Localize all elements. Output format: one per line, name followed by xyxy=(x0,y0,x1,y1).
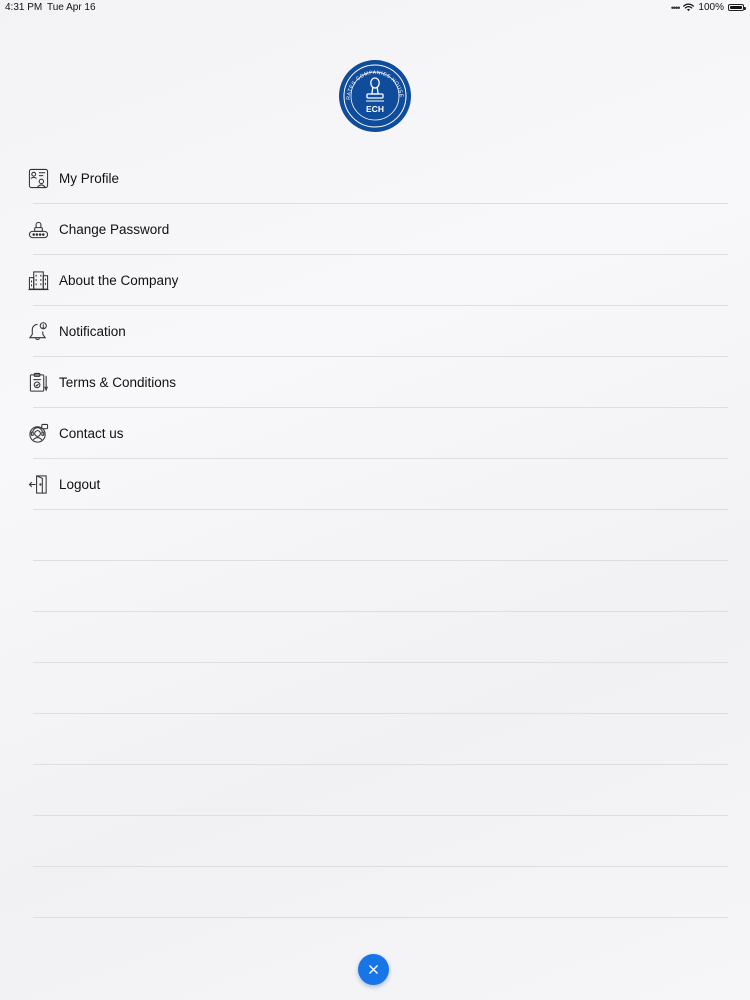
menu-item-logout[interactable]: Logout xyxy=(0,459,750,510)
battery-percent: 100% xyxy=(698,2,724,13)
empty-row xyxy=(0,714,750,765)
profile-icon xyxy=(28,168,49,189)
bell-icon xyxy=(28,322,47,341)
menu-item-change-password[interactable]: Change Password xyxy=(0,204,750,255)
logout-icon xyxy=(28,475,47,494)
side-menu: My Profile Change Password About the Com… xyxy=(0,153,750,918)
document-icon xyxy=(29,372,49,392)
status-date: Tue Apr 16 xyxy=(47,2,96,13)
logo-initials: ECH xyxy=(366,104,384,114)
password-icon xyxy=(28,221,49,239)
company-logo: EMIRATES COMPANIES HOUSE LLC ECH xyxy=(338,59,411,132)
status-time: 4:31 PM xyxy=(5,2,43,13)
status-bar: 4:31 PM Tue Apr 16 •••• 100% xyxy=(0,0,750,16)
support-icon xyxy=(29,423,49,443)
status-indicators: •••• 100% xyxy=(670,2,746,13)
empty-row xyxy=(0,510,750,561)
menu-label: Logout xyxy=(59,477,101,492)
menu-label: Contact us xyxy=(59,426,124,441)
empty-row xyxy=(0,663,750,714)
status-dots-icon: •••• xyxy=(670,2,681,13)
empty-row xyxy=(0,561,750,612)
battery-icon xyxy=(728,4,746,11)
menu-label: My Profile xyxy=(59,171,120,186)
menu-label: Terms & Conditions xyxy=(59,375,177,390)
empty-row xyxy=(0,612,750,663)
menu-item-contact-us[interactable]: Contact us xyxy=(0,408,750,459)
wifi-icon xyxy=(683,3,695,12)
menu-label: Change Password xyxy=(59,222,170,237)
menu-item-my-profile[interactable]: My Profile xyxy=(0,153,750,204)
close-icon xyxy=(369,965,378,974)
menu-item-terms-conditions[interactable]: Terms & Conditions xyxy=(0,357,750,408)
close-button[interactable] xyxy=(358,954,389,985)
menu-label: Notification xyxy=(59,324,126,339)
menu-label: About the Company xyxy=(59,273,179,288)
menu-item-about-the-company[interactable]: About the Company xyxy=(0,255,750,306)
empty-row xyxy=(0,765,750,816)
building-icon xyxy=(28,271,49,291)
menu-item-notification[interactable]: Notification xyxy=(0,306,750,357)
empty-row xyxy=(0,867,750,918)
empty-row xyxy=(0,816,750,867)
